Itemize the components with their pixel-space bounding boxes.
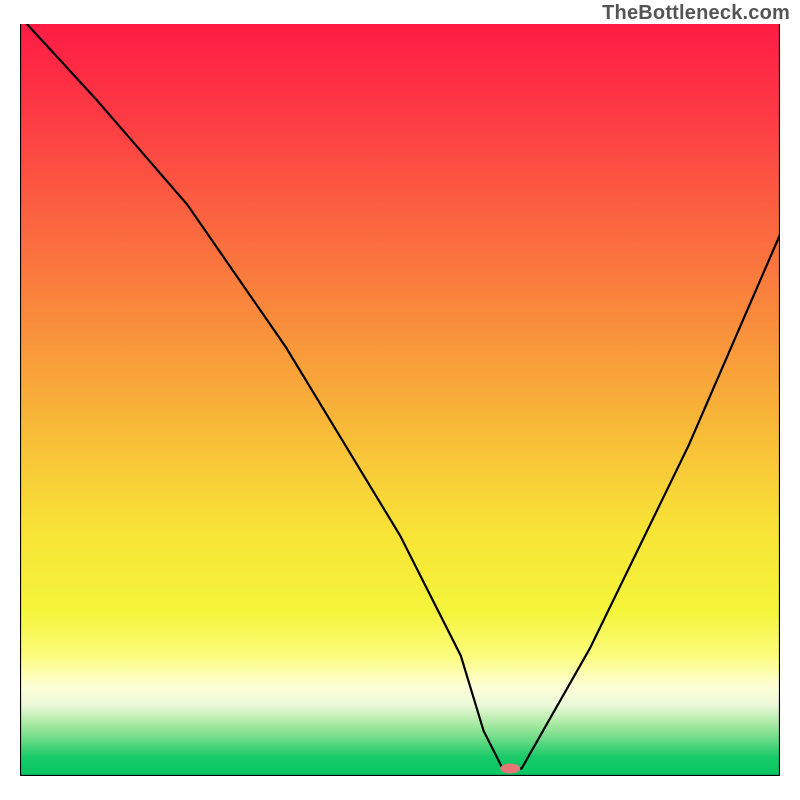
optimal-point-marker [500, 763, 520, 773]
chart-background-gradient [20, 24, 780, 776]
bottleneck-chart [20, 24, 780, 776]
watermark-text: TheBottleneck.com [602, 2, 790, 25]
chart-container: TheBottleneck.com [0, 0, 800, 800]
plot-area [20, 24, 780, 776]
